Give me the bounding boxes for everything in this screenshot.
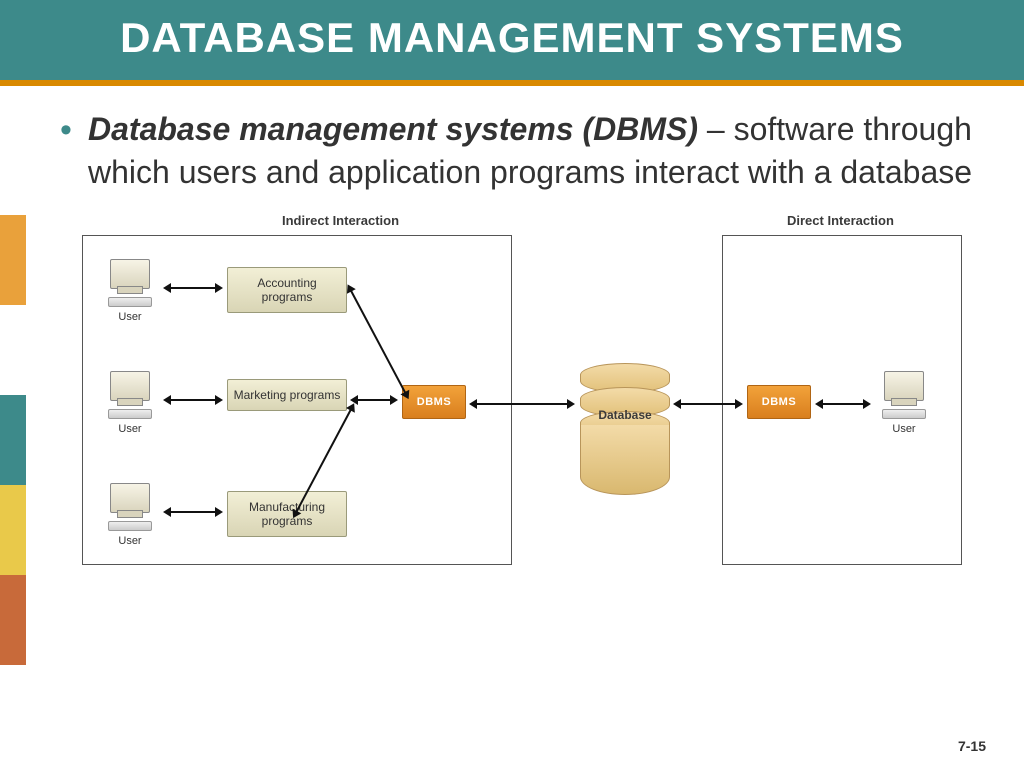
arrow-icon — [822, 403, 864, 405]
monitor-icon — [884, 371, 924, 401]
header-indirect: Indirect Interaction — [282, 213, 399, 228]
user-label: User — [100, 311, 160, 323]
monitor-icon — [110, 371, 150, 401]
arrow-icon — [357, 399, 391, 401]
program-box-marketing: Marketing programs — [227, 379, 347, 411]
definition-bullet: Database management systems (DBMS) – sof… — [60, 108, 984, 194]
user-pc: User — [100, 371, 160, 435]
content-area: Database management systems (DBMS) – sof… — [0, 86, 1024, 592]
arrow-icon — [170, 511, 216, 513]
user-label: User — [100, 423, 160, 435]
accent-stripe — [0, 215, 26, 305]
database-label: Database — [580, 408, 670, 422]
user-label: User — [874, 423, 934, 435]
accent-stripe — [0, 395, 26, 485]
keyboard-icon — [108, 521, 152, 531]
keyboard-icon — [108, 297, 152, 307]
header-direct: Direct Interaction — [787, 213, 894, 228]
accent-stripe — [0, 485, 26, 575]
accent-stripe — [0, 575, 26, 665]
keyboard-icon — [882, 409, 926, 419]
arrow-icon — [170, 399, 216, 401]
page-number: 7-15 — [958, 738, 986, 754]
keyboard-icon — [108, 409, 152, 419]
arrow-icon — [476, 403, 568, 405]
arrow-icon — [680, 403, 736, 405]
definition-term: Database management systems (DBMS) — [88, 111, 698, 147]
dbms-box-left: DBMS — [402, 385, 466, 419]
dbms-diagram: Indirect Interaction Direct Interaction … — [82, 213, 962, 583]
arrow-icon — [170, 287, 216, 289]
user-pc: User — [874, 371, 934, 435]
program-box-manufacturing: Manufacturing programs — [227, 491, 347, 537]
monitor-icon — [110, 259, 150, 289]
user-pc: User — [100, 483, 160, 547]
program-box-accounting: Accounting programs — [227, 267, 347, 313]
slide-title: DATABASE MANAGEMENT SYSTEMS — [10, 14, 1014, 62]
dbms-box-right: DBMS — [747, 385, 811, 419]
title-bar: DATABASE MANAGEMENT SYSTEMS — [0, 0, 1024, 86]
user-label: User — [100, 535, 160, 547]
monitor-icon — [110, 483, 150, 513]
user-pc: User — [100, 259, 160, 323]
